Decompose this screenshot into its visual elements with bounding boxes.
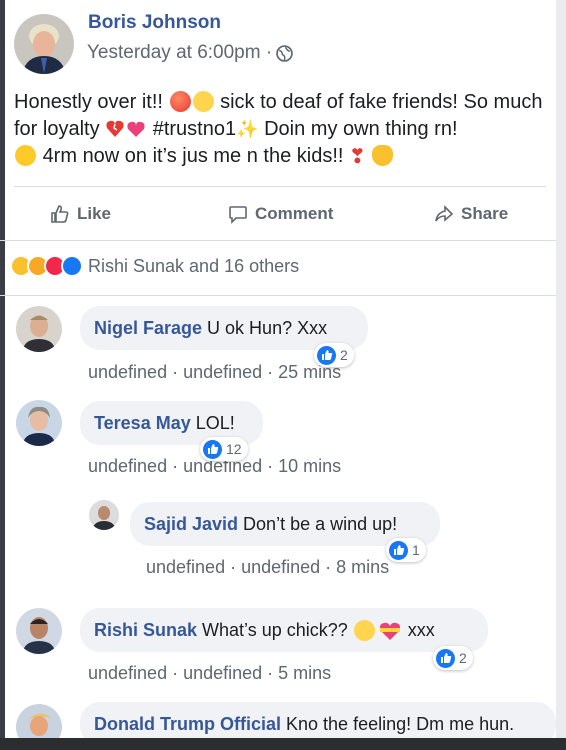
comment-bubble: Rishi Sunak What’s up chick?? xxx (80, 608, 488, 652)
thumbs-up-icon (389, 540, 408, 560)
post-timestamp[interactable]: Yesterday at 6:00pm · (87, 42, 272, 64)
comment-text: Kno the feeling! Dm me hun. (286, 713, 515, 734)
comment-text: Don’t be a wind up! (243, 513, 398, 534)
heart-exclamation-emoji-icon: ❣ (349, 146, 366, 168)
thumbs-up-icon (51, 205, 69, 223)
reactions-summary[interactable]: Rishi Sunak and 16 others (10, 255, 299, 277)
commenter-name[interactable]: Teresa May (94, 413, 191, 434)
commenter-name[interactable]: Rishi Sunak (94, 620, 197, 641)
commenter-name[interactable]: Sajid Javid (144, 514, 238, 535)
hearts-emoji-icon (106, 120, 145, 137)
comment-text: What’s up chick?? (202, 619, 348, 640)
comment-icon (229, 206, 247, 224)
angry-face-emoji-icon (169, 91, 191, 112)
post-divider (14, 186, 546, 187)
globe-icon (276, 45, 293, 62)
like-reaction-icon (61, 255, 83, 277)
comment-like-badge[interactable]: 1 (386, 538, 426, 562)
comment-text: U ok Hun? Xxx (207, 317, 328, 338)
kissing-face-emoji-icon (15, 145, 36, 166)
thumbs-up-icon (203, 439, 222, 459)
sparkles-emoji-icon: ✨ (236, 119, 259, 139)
commenter-avatar[interactable] (89, 500, 119, 530)
author-avatar[interactable] (14, 14, 74, 74)
screenshot-left-edge (0, 0, 5, 750)
share-button[interactable]: Share (434, 204, 508, 224)
comment-like-badge[interactable]: 2 (433, 646, 473, 670)
share-icon (435, 205, 454, 222)
comment-like-badge[interactable]: 12 (200, 437, 248, 461)
commenter-avatar[interactable] (16, 306, 62, 352)
post-text: Honestly over it!! sick to deaf of fake … (14, 91, 543, 168)
pleading-face-emoji-icon (353, 619, 375, 641)
cat-heart-eyes-emoji-icon (372, 145, 394, 166)
screenshot-right-edge (556, 0, 566, 750)
heart-ribbon-emoji-icon (379, 622, 400, 640)
actions-divider (0, 240, 556, 241)
thumbs-up-icon (317, 345, 336, 365)
thumbs-up-icon (436, 648, 455, 668)
commenter-avatar[interactable] (16, 400, 62, 446)
comment-meta: undefined · undefined · 8 mins (146, 557, 390, 577)
comment-meta: undefined · undefined · 25 mins (88, 362, 342, 382)
post-author-name[interactable]: Boris Johnson (88, 12, 221, 34)
comment-meta: undefined · undefined · 5 mins (88, 663, 332, 683)
comment-like-badge[interactable]: 2 (314, 343, 354, 367)
comment-button[interactable]: Comment (228, 204, 333, 224)
comment-text: LOL! (195, 412, 235, 433)
screenshot-bottom-edge (0, 738, 566, 750)
reactions-divider (0, 295, 556, 296)
comment-text-suffix: xxx (407, 619, 435, 640)
reactions-count-text: Rishi Sunak and 16 others (88, 255, 300, 276)
like-button[interactable]: Like (50, 204, 111, 224)
flushed-face-emoji-icon (192, 91, 214, 112)
commenter-avatar[interactable] (16, 608, 62, 654)
commenter-name[interactable]: Nigel Farage (94, 318, 202, 339)
commenter-name[interactable]: Donald Trump Official (94, 714, 281, 735)
